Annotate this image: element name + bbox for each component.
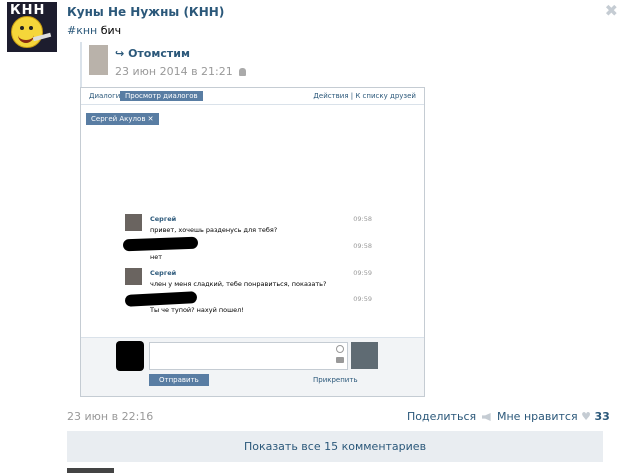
camera-icon [336,357,344,363]
like-button[interactable]: Мне нравится ♥ 33 [497,410,610,423]
like-count: 33 [594,410,610,423]
smile-icon [336,345,344,353]
message-author: Сергей [150,215,177,223]
heart-icon: ♥ [581,410,591,423]
message-text: нет [150,253,163,261]
show-comments-button[interactable]: Показать все 15 комментариев [67,431,603,462]
message-time: 09:59 [353,269,372,277]
hashtag-link[interactable]: #кнн [67,24,97,37]
post-body: бич [100,24,122,37]
like-label[interactable]: Мне нравится [497,410,578,423]
group-name-link[interactable]: Куны Не Нужны (КНН) [67,5,224,19]
redaction-scribble [124,291,198,307]
post-date[interactable]: 23 июн в 22:16 [67,410,153,423]
redacted-avatar [116,341,144,371]
my-avatar [351,342,378,369]
message: Сергей привет, хочешь разденусь для тебя… [150,215,277,234]
megaphone-icon [481,413,491,421]
repost-arrow-icon: ↪ [115,47,125,60]
message-input [149,342,348,370]
message-time: 09:58 [353,215,372,223]
send-button: Отправить [149,374,209,386]
android-icon [239,68,247,76]
recipient-chip-label: Сергей Акулов [91,115,146,123]
next-avatar-partial [67,468,114,473]
message-avatar [125,214,142,231]
message-author: Сергей [150,269,177,277]
repost-date[interactable]: 23 июн 2014 в 21:21 [115,65,247,78]
smiley-eye-right [29,26,33,30]
group-avatar[interactable]: КНН [7,2,57,52]
tab-view-dialogs: Просмотр диалогов [120,91,203,101]
repost-avatar[interactable] [89,45,108,75]
smiley-face-icon [11,16,43,48]
post-text: #кнн бич [67,24,121,37]
tab-dialogs: Диалоги [89,92,121,100]
message-text: член у меня сладкий, тебе понравиться, п… [150,280,327,288]
repost-date-text[interactable]: 23 июн 2014 в 21:21 [115,65,233,78]
attached-screenshot[interactable]: Диалоги Просмотр диалогов Действия | К с… [80,87,425,397]
dialog-tabs: Диалоги Просмотр диалогов Действия | К с… [81,88,424,105]
smiley-eye-left [20,26,24,30]
message-avatar [125,268,142,285]
close-icon[interactable]: ✖ [605,1,618,20]
message-time: 09:58 [353,242,372,250]
compose-area: Отправить Прикрепить [81,337,424,396]
message-text: Ты че тупой? нахуй пошел! [150,306,244,314]
recipient-chip: Сергей Акулов ✕ [86,113,159,125]
dialog-actions: Действия | К списку друзей [313,92,416,100]
share-button[interactable]: Поделиться [407,410,491,423]
message-time: 09:59 [353,295,372,303]
repost-author[interactable]: ↪ Отомстим [115,47,190,60]
share-label[interactable]: Поделиться [407,410,476,423]
redaction-scribble [122,236,199,252]
repost-author-name[interactable]: Отомстим [128,47,190,60]
attach-link: Прикрепить [313,376,358,384]
message-text: привет, хочешь разденусь для тебя? [150,226,278,234]
message: Сергей член у меня сладкий, тебе понрави… [150,269,326,288]
